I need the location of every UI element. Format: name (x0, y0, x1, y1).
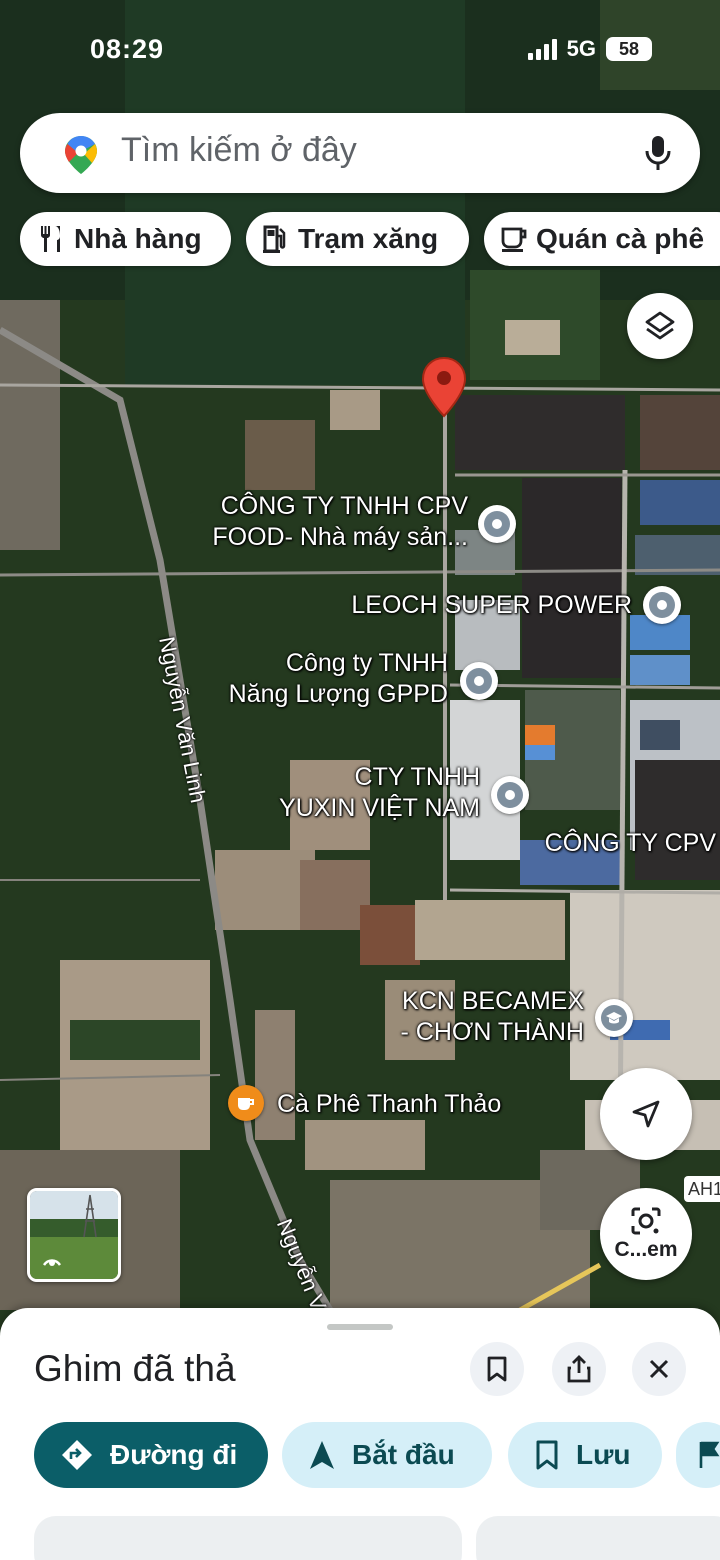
bookmark-icon (487, 1356, 507, 1382)
poi-label-gppd[interactable]: Công ty TNHH Năng Lượng GPPD (229, 648, 448, 710)
cup-icon (238, 1098, 254, 1110)
street-view-image (30, 1191, 118, 1279)
poi-name-line: CÔNG TY TNHH CPV (220, 492, 468, 520)
lens-label: C...em (614, 1238, 678, 1261)
poi-name-line: YUXIN VIỆT NAM (279, 794, 480, 822)
cafe-icon (501, 227, 527, 252)
street-view-thumbnail[interactable] (27, 1188, 121, 1282)
highway-badge: AH1 (684, 1176, 720, 1202)
label-button[interactable] (676, 1422, 720, 1488)
start-button[interactable]: Bắt đầu (282, 1422, 492, 1488)
chip-gas-stations[interactable]: Trạm xăng (246, 212, 469, 266)
navigation-icon (310, 1441, 334, 1469)
poi-label-cpv-food[interactable]: CÔNG TY TNHH CPV FOOD- Nhà máy sản... (212, 491, 468, 553)
poi-pin-icon[interactable] (491, 776, 529, 814)
save-label: Lưu (576, 1439, 631, 1470)
poi-name-line: - CHƠN THÀNH (400, 1018, 584, 1046)
network-type: 5G (566, 36, 596, 61)
dropped-pin-icon[interactable] (421, 356, 467, 418)
poi-pin-icon[interactable] (478, 505, 516, 543)
share-icon (567, 1355, 591, 1383)
poi-pin-icon[interactable] (460, 662, 498, 700)
search-bar[interactable]: Tìm kiếm ở đây (20, 113, 700, 193)
close-button[interactable] (632, 1342, 686, 1396)
search-input[interactable]: Tìm kiếm ở đây (121, 131, 357, 170)
status-icons: 5G 58 (527, 36, 652, 62)
poi-label-cpv[interactable]: CÔNG TY CPV (545, 828, 716, 859)
poi-pin-icon[interactable] (643, 586, 681, 624)
navigation-arrow-icon (632, 1100, 660, 1128)
poi-name-line: CTY TNHH (354, 763, 480, 791)
poi-name-line: Cà Phê Thanh Thảo (277, 1090, 502, 1118)
share-button[interactable] (552, 1342, 606, 1396)
place-sheet[interactable]: Ghim đã thả Đường đi Bắt đầu Lưu (0, 1308, 720, 1560)
flag-icon (699, 1441, 720, 1468)
photo-card[interactable] (476, 1516, 720, 1560)
layers-button[interactable] (627, 293, 693, 359)
lens-button[interactable]: C...em (600, 1188, 692, 1280)
start-label: Bắt đầu (352, 1439, 455, 1470)
bookmark-icon (536, 1440, 558, 1470)
cafe-pin-icon[interactable] (228, 1085, 264, 1121)
save-button[interactable]: Lưu (508, 1422, 662, 1488)
battery-icon: 58 (606, 37, 652, 61)
directions-icon (62, 1440, 92, 1470)
poi-label-becamex[interactable]: KCN BECAMEX - CHƠN THÀNH (401, 986, 584, 1048)
drag-handle[interactable] (327, 1324, 393, 1330)
poi-name-line: Năng Lượng GPPD (228, 680, 448, 708)
chip-cafes[interactable]: Quán cà phê (484, 212, 720, 266)
status-time: 08:29 (90, 34, 165, 64)
chip-label: Nhà hàng (74, 223, 202, 254)
status-bar: 08:29 5G 58 (0, 28, 720, 72)
chip-label: Trạm xăng (298, 223, 439, 254)
restaurant-icon (41, 226, 60, 252)
poi-label-cafe[interactable]: Cà Phê Thanh Thảo (277, 1089, 501, 1120)
close-icon (649, 1359, 669, 1379)
photo-card[interactable] (34, 1516, 462, 1560)
signal-icon (527, 38, 557, 60)
poi-label-leoch[interactable]: LEOCH SUPER POWER (351, 590, 632, 621)
save-icon-button[interactable] (470, 1342, 524, 1396)
poi-name-line: FOOD- Nhà máy sản... (212, 523, 468, 551)
layers-icon (645, 311, 675, 340)
directions-button[interactable]: Đường đi (34, 1422, 268, 1488)
my-location-button[interactable] (600, 1068, 692, 1160)
chip-restaurants[interactable]: Nhà hàng (20, 212, 231, 266)
poi-name-line: KCN BECAMEX (402, 987, 584, 1015)
poi-name-line: CÔNG TY CPV (544, 829, 716, 857)
graduation-cap-icon (606, 1012, 622, 1024)
poi-label-yuxin[interactable]: CTY TNHH YUXIN VIỆT NAM (279, 762, 480, 824)
poi-name-line: Công ty TNHH (285, 649, 448, 677)
poi-name-line: LEOCH SUPER POWER (351, 591, 632, 619)
directions-label: Đường đi (110, 1439, 238, 1470)
maps-logo-icon (65, 136, 97, 174)
action-row: Đường đi Bắt đầu Lưu (0, 1422, 720, 1490)
gas-station-icon (263, 225, 286, 253)
microphone-icon[interactable] (644, 133, 672, 173)
camera-lens-icon (631, 1207, 661, 1235)
chip-label: Quán cà phê (536, 223, 705, 254)
sheet-title: Ghim đã thả (34, 1348, 236, 1389)
school-pin-icon[interactable] (595, 999, 633, 1037)
